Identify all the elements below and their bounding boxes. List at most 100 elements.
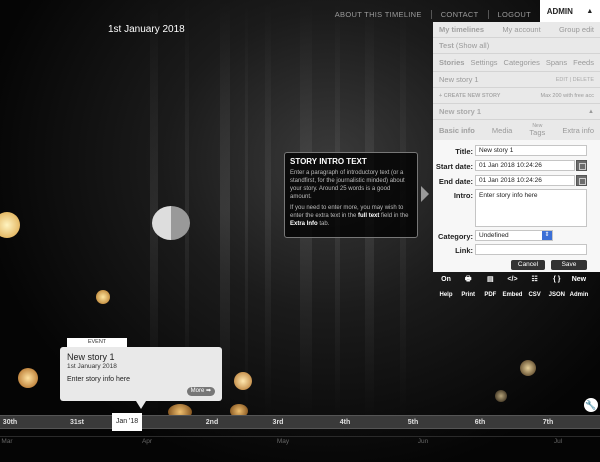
- csv-button[interactable]: ☷ CSV: [526, 274, 544, 298]
- print-label: Print: [461, 292, 475, 298]
- story-list-item[interactable]: New story 1 EDIT | DELETE: [433, 72, 600, 88]
- tab-extra-info[interactable]: Extra info: [562, 126, 594, 135]
- event-pointer-icon: [136, 401, 146, 409]
- tab-tags[interactable]: New Tags: [529, 124, 545, 137]
- event-card[interactable]: New story 1 1st January 2018 Enter story…: [60, 347, 222, 401]
- tab-feeds[interactable]: Feeds: [573, 58, 594, 67]
- wrench-icon[interactable]: 🔧: [584, 398, 598, 412]
- admin-button[interactable]: New Admin: [569, 274, 589, 298]
- braces-icon: { }: [553, 276, 561, 283]
- tab-settings[interactable]: Settings: [470, 58, 497, 67]
- print-button[interactable]: 🖶 Print: [459, 274, 477, 298]
- code-icon: </>: [507, 276, 518, 283]
- start-date-label: Start date:: [435, 162, 473, 171]
- timeline-name: Test: [439, 41, 454, 50]
- chevron-up-icon: ▲: [588, 108, 594, 115]
- help-toggle-icon: On: [441, 276, 451, 283]
- timeline-tick[interactable]: 7th: [543, 416, 554, 430]
- tab-my-account[interactable]: My account: [502, 25, 540, 34]
- story-edit-delete-links[interactable]: EDIT | DELETE: [556, 77, 594, 83]
- create-new-story-button[interactable]: + CREATE NEW STORY: [439, 93, 500, 99]
- pdf-button[interactable]: ▤ PDF: [481, 274, 499, 298]
- month-label: Apr: [141, 438, 153, 445]
- create-story-row: + CREATE NEW STORY Max 200 with free acc: [433, 88, 600, 104]
- event-intro: Enter story info here: [67, 376, 131, 383]
- account-tabs: My timelines My account Group edit: [433, 22, 600, 38]
- popup-pointer-icon: [421, 186, 429, 202]
- timeline-bar[interactable]: 30th 31st 2nd 3rd 4th 5th 6th 7th: [0, 415, 600, 429]
- section-tabs: Stories Settings Categories Spans Feeds: [433, 54, 600, 72]
- intro-label: Intro:: [453, 191, 473, 200]
- popup-bold-extra-info: Extra Info: [290, 221, 318, 227]
- timeline-tick[interactable]: 2nd: [206, 416, 218, 430]
- event-type-tag: EVENT: [67, 338, 127, 347]
- link-input[interactable]: [475, 244, 587, 255]
- tab-categories[interactable]: Categories: [504, 58, 540, 67]
- cancel-button[interactable]: Cancel: [511, 260, 545, 270]
- title-label: Title:: [455, 147, 473, 156]
- timeline-tick[interactable]: 31st: [70, 416, 84, 430]
- popup-paragraph-1: Enter a paragraph of introductory text (…: [290, 170, 405, 200]
- embed-button[interactable]: </> Embed: [502, 274, 523, 298]
- save-button[interactable]: Save: [551, 260, 587, 270]
- current-story-title: New story 1: [439, 107, 482, 116]
- timeline-tick[interactable]: 4th: [340, 416, 351, 430]
- timeline-selector: Test (Show all): [433, 38, 600, 54]
- link-label: Link:: [455, 246, 473, 255]
- month-scale[interactable]: Mar Apr May Jun Jul: [0, 436, 600, 448]
- logout-link[interactable]: LOGOUT: [489, 10, 540, 19]
- story-list-title: New story 1: [439, 75, 479, 84]
- admin-tool-label: Admin: [569, 292, 589, 298]
- show-all-link[interactable]: (Show all): [456, 41, 489, 50]
- tab-basic-info[interactable]: Basic info: [439, 126, 475, 135]
- pdf-label: PDF: [484, 292, 497, 298]
- month-label: Jul: [553, 438, 563, 445]
- timeline-tick[interactable]: 30th: [3, 416, 17, 430]
- popup-text: tab.: [317, 221, 330, 227]
- tab-stories[interactable]: Stories: [439, 58, 464, 67]
- timeline-tick[interactable]: 6th: [475, 416, 486, 430]
- tab-media[interactable]: Media: [492, 126, 512, 135]
- end-calendar-icon[interactable]: [576, 175, 587, 186]
- admin-label: ADMIN: [546, 6, 573, 16]
- current-story-header[interactable]: New story 1 ▲: [433, 104, 600, 120]
- category-label: Category:: [437, 232, 473, 241]
- admin-panel: My timelines My account Group edit Test …: [433, 22, 600, 272]
- popup-bold-full-text: full text: [358, 213, 380, 219]
- end-date-label: End date:: [438, 177, 473, 186]
- start-calendar-icon[interactable]: [576, 160, 587, 171]
- document-icon: ▤: [487, 276, 494, 283]
- title-input[interactable]: New story 1: [475, 145, 587, 156]
- timeline-current-tick[interactable]: Jan '18: [112, 413, 142, 431]
- printer-icon: 🖶: [464, 276, 472, 283]
- chevron-up-icon: ▲: [586, 7, 594, 15]
- admin-toolbar: On Help 🖶 Print ▤ PDF </> Embed ☷ CSV { …: [437, 274, 588, 298]
- category-select[interactable]: Undefined ⇕: [475, 230, 553, 241]
- about-link[interactable]: ABOUT THIS TIMELINE: [326, 9, 432, 19]
- admin-toggle-button[interactable]: ADMIN ▲: [540, 0, 600, 22]
- tab-spans[interactable]: Spans: [546, 58, 567, 67]
- timeline-tick[interactable]: 5th: [408, 416, 419, 430]
- json-label: JSON: [548, 292, 565, 298]
- intro-textarea[interactable]: Enter story info here: [475, 189, 587, 227]
- timeline-tick[interactable]: 3rd: [273, 416, 284, 430]
- popup-text: field in the: [379, 213, 409, 219]
- story-intro-help-popup: STORY INTRO TEXT Enter a paragraph of in…: [284, 152, 418, 238]
- start-date-input[interactable]: 01 Jan 2018 10:24:26: [475, 160, 575, 171]
- help-label: Help: [439, 292, 453, 298]
- help-button[interactable]: On Help: [437, 274, 455, 298]
- embed-label: Embed: [502, 292, 523, 298]
- category-value: Undefined: [479, 232, 509, 239]
- tab-group-edit[interactable]: Group edit: [559, 25, 594, 34]
- new-admin-icon: New: [571, 276, 587, 283]
- contact-link[interactable]: CONTACT: [432, 9, 489, 19]
- end-date-input[interactable]: 01 Jan 2018 10:24:26: [475, 175, 575, 186]
- popup-heading: STORY INTRO TEXT: [290, 157, 367, 166]
- month-label: Mar: [1, 438, 13, 445]
- more-button[interactable]: More ➡: [186, 387, 215, 396]
- csv-label: CSV: [528, 292, 541, 298]
- json-button[interactable]: { } JSON: [548, 274, 566, 298]
- month-label: Jun: [417, 438, 429, 445]
- tab-my-timelines[interactable]: My timelines: [439, 25, 484, 34]
- story-tabs: Basic info Media New Tags Extra info: [433, 120, 600, 142]
